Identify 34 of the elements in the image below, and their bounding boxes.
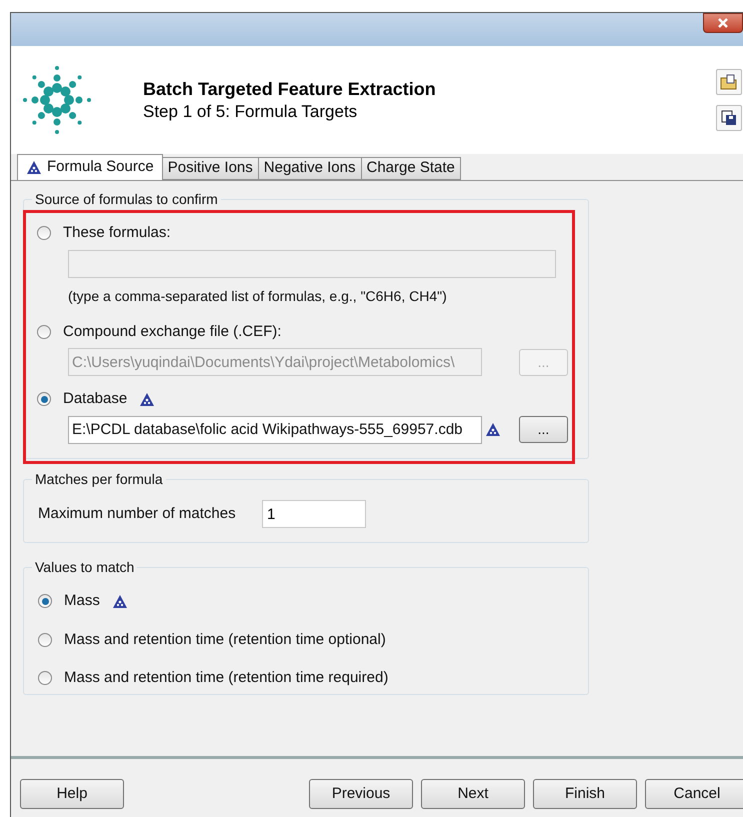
option-label: Compound exchange file (.CEF): <box>63 322 282 342</box>
tab[interactable]: Formula Source <box>17 154 163 180</box>
close-icon <box>718 18 728 28</box>
option-label: Mass <box>64 591 100 611</box>
radio-button[interactable] <box>38 632 52 647</box>
close-button[interactable] <box>703 13 743 33</box>
option-label: Database <box>63 389 128 409</box>
radio-button[interactable] <box>37 226 51 240</box>
option-label: Mass and retention time (retention time optional) <box>64 630 386 650</box>
field-label: Maximum number of matches <box>38 504 237 524</box>
radio-button[interactable] <box>38 671 52 686</box>
radio-button[interactable] <box>38 594 52 608</box>
browse-button[interactable]: ... <box>519 416 568 443</box>
option-label: Mass and retention time (retention time required) <box>64 668 388 688</box>
wizard-button[interactable]: Help <box>20 779 124 809</box>
wizard-button[interactable]: Next <box>421 779 525 809</box>
tab[interactable]: Charge State <box>360 157 461 180</box>
matches-field[interactable]: 1 <box>262 500 366 528</box>
wizard-title: Batch Targeted Feature Extraction <box>143 78 436 101</box>
folder-icon <box>720 74 738 90</box>
radio-button[interactable] <box>37 324 51 339</box>
wizard-step: Step 1 of 5: Formula Targets <box>143 101 436 123</box>
tab[interactable]: Negative Ions <box>258 157 362 180</box>
wizard-button[interactable]: Cancel <box>645 779 743 809</box>
tab[interactable]: Positive Ions <box>162 157 259 180</box>
wizard-button[interactable]: Finish <box>533 779 637 809</box>
path-field[interactable]: E:\PCDL database\folic acid Wikipathways-555_69957.cdb <box>68 416 482 444</box>
floppy-disk-icon <box>721 110 737 126</box>
save-button[interactable] <box>716 105 742 131</box>
hint-text: (type a comma-separated list of formulas, e.g., "C6H6, CH4") <box>68 286 448 306</box>
radio-button[interactable] <box>37 392 51 406</box>
wizard-button[interactable]: Previous <box>309 779 413 809</box>
option-label: These formulas: <box>63 223 171 243</box>
open-folder-button[interactable] <box>716 69 742 95</box>
